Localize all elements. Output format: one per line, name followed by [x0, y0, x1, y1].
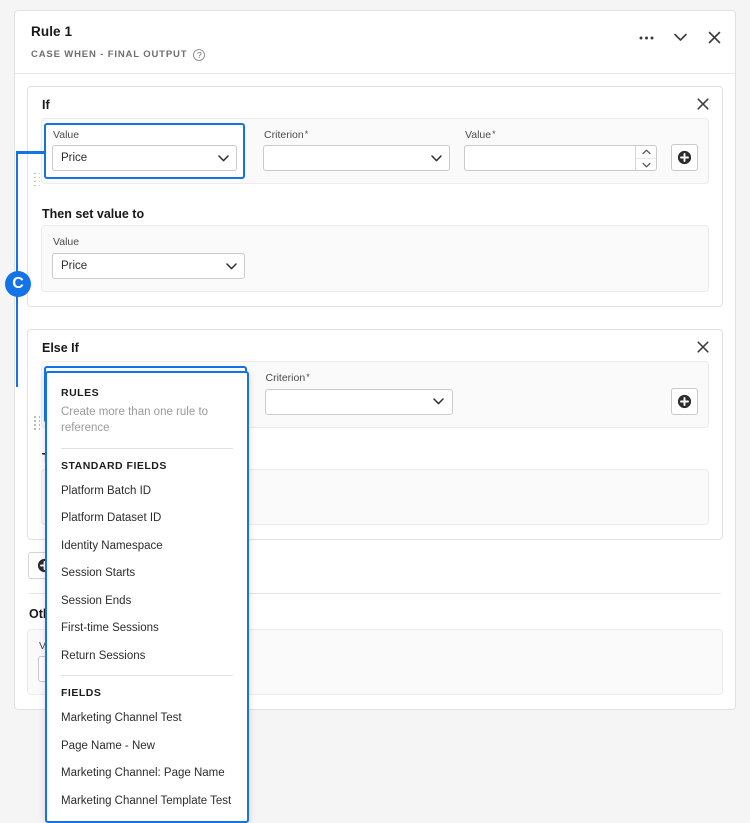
else-if-criterion-field: Criterion*	[265, 372, 453, 415]
chevron-down-icon[interactable]	[672, 29, 689, 46]
dropdown-item[interactable]: Page Name - New	[47, 733, 247, 761]
else-if-title: Else If	[42, 341, 79, 355]
if-condition-block: If Value Price	[27, 86, 723, 307]
if-value-field: Value Price	[52, 129, 237, 172]
if-right-value-input[interactable]	[465, 146, 635, 170]
else-if-criterion-selected	[266, 390, 426, 414]
else-if-criterion-label-text: Criterion	[266, 372, 306, 384]
if-title: If	[42, 98, 50, 112]
dropdown-item[interactable]: Identity Namespace	[47, 533, 247, 561]
connector-line	[16, 151, 18, 387]
if-criterion-combobox[interactable]	[263, 145, 450, 171]
if-value-label: Value	[52, 129, 237, 142]
dropdown-rules-description: Create more than one rule to reference	[47, 405, 247, 443]
dropdown-item[interactable]: Marketing Channel: Page Name	[47, 760, 247, 788]
rule-subtitle-row: CASE WHEN - FINAL OUTPUT ?	[31, 49, 719, 61]
if-add-condition-button[interactable]	[671, 144, 698, 171]
if-criterion-label-text: Criterion	[264, 129, 304, 141]
dropdown-item[interactable]: Session Ends	[47, 588, 247, 616]
dropdown-item[interactable]: Session Starts	[47, 560, 247, 588]
if-close-icon[interactable]	[695, 96, 711, 112]
if-value-focus-ring: Value Price	[44, 123, 245, 180]
header-actions	[638, 29, 723, 46]
stepper-buttons	[635, 146, 656, 170]
dropdown-separator	[61, 448, 233, 449]
page-title: Rule 1	[31, 25, 719, 40]
if-criterion-field: Criterion*	[263, 129, 450, 172]
else-if-header: Else If	[28, 330, 722, 361]
else-if-add-condition-button[interactable]	[671, 388, 698, 415]
required-asterisk: *	[306, 372, 310, 382]
then-drag-handle[interactable]	[34, 173, 41, 188]
if-right-value-label-text: Value	[465, 129, 491, 141]
dropdown-item[interactable]: Marketing Channel Test	[47, 705, 247, 733]
if-right-value-stepper[interactable]	[464, 145, 657, 171]
else-then-drag-handle[interactable]	[34, 416, 41, 431]
dropdown-item[interactable]: Platform Dataset ID	[47, 505, 247, 533]
step-badge-c: C	[5, 271, 31, 297]
close-icon[interactable]	[706, 29, 723, 46]
dropdown-section-title-rules: RULES	[47, 379, 247, 405]
dropdown-item[interactable]: Platform Batch ID	[47, 478, 247, 506]
if-criterion-label: Criterion*	[263, 129, 450, 142]
chevron-down-icon[interactable]	[218, 254, 244, 278]
dropdown-item[interactable]: Marketing Channel Template Test	[47, 788, 247, 816]
then-value-field: Value Price	[52, 236, 245, 279]
dropdown-separator	[61, 675, 233, 676]
required-asterisk: *	[305, 129, 309, 139]
connector-elbow	[16, 151, 46, 154]
if-value-combobox[interactable]: Price	[52, 145, 237, 171]
if-field-panel: Value Price Criterion*	[41, 118, 709, 185]
chevron-down-icon[interactable]	[426, 390, 452, 414]
value-options-dropdown[interactable]: RULES Create more than one rule to refer…	[45, 371, 249, 823]
then-title: Then set value to	[28, 197, 722, 225]
if-criterion-selected	[264, 146, 423, 170]
dropdown-item[interactable]: Return Sessions	[47, 643, 247, 671]
then-field-panel: Value Price	[41, 225, 709, 292]
else-if-close-icon[interactable]	[695, 339, 711, 355]
more-options-icon[interactable]	[638, 29, 655, 46]
stepper-up-icon[interactable]	[636, 146, 656, 159]
required-asterisk: *	[492, 129, 496, 139]
dropdown-item[interactable]: First-time Sessions	[47, 615, 247, 643]
if-right-value-field: Value*	[464, 129, 657, 172]
rule-header: Rule 1 CASE WHEN - FINAL OUTPUT ?	[15, 11, 735, 74]
dropdown-section-title-standard-fields: STANDARD FIELDS	[47, 452, 247, 478]
if-value-selected: Price	[53, 146, 210, 170]
then-value-selected: Price	[53, 254, 218, 278]
then-value-label: Value	[52, 236, 245, 249]
rule-subtitle: CASE WHEN - FINAL OUTPUT	[31, 49, 187, 60]
else-if-criterion-label: Criterion*	[265, 372, 453, 385]
stepper-down-icon[interactable]	[636, 159, 656, 171]
chevron-down-icon[interactable]	[210, 146, 236, 170]
else-if-criterion-combobox[interactable]	[265, 389, 453, 415]
if-header: If	[28, 87, 722, 118]
chevron-down-icon[interactable]	[423, 146, 449, 170]
then-value-combobox[interactable]: Price	[52, 253, 245, 279]
if-right-value-label: Value*	[464, 129, 657, 142]
dropdown-section-title-fields: FIELDS	[47, 679, 247, 705]
help-icon[interactable]: ?	[193, 49, 205, 61]
